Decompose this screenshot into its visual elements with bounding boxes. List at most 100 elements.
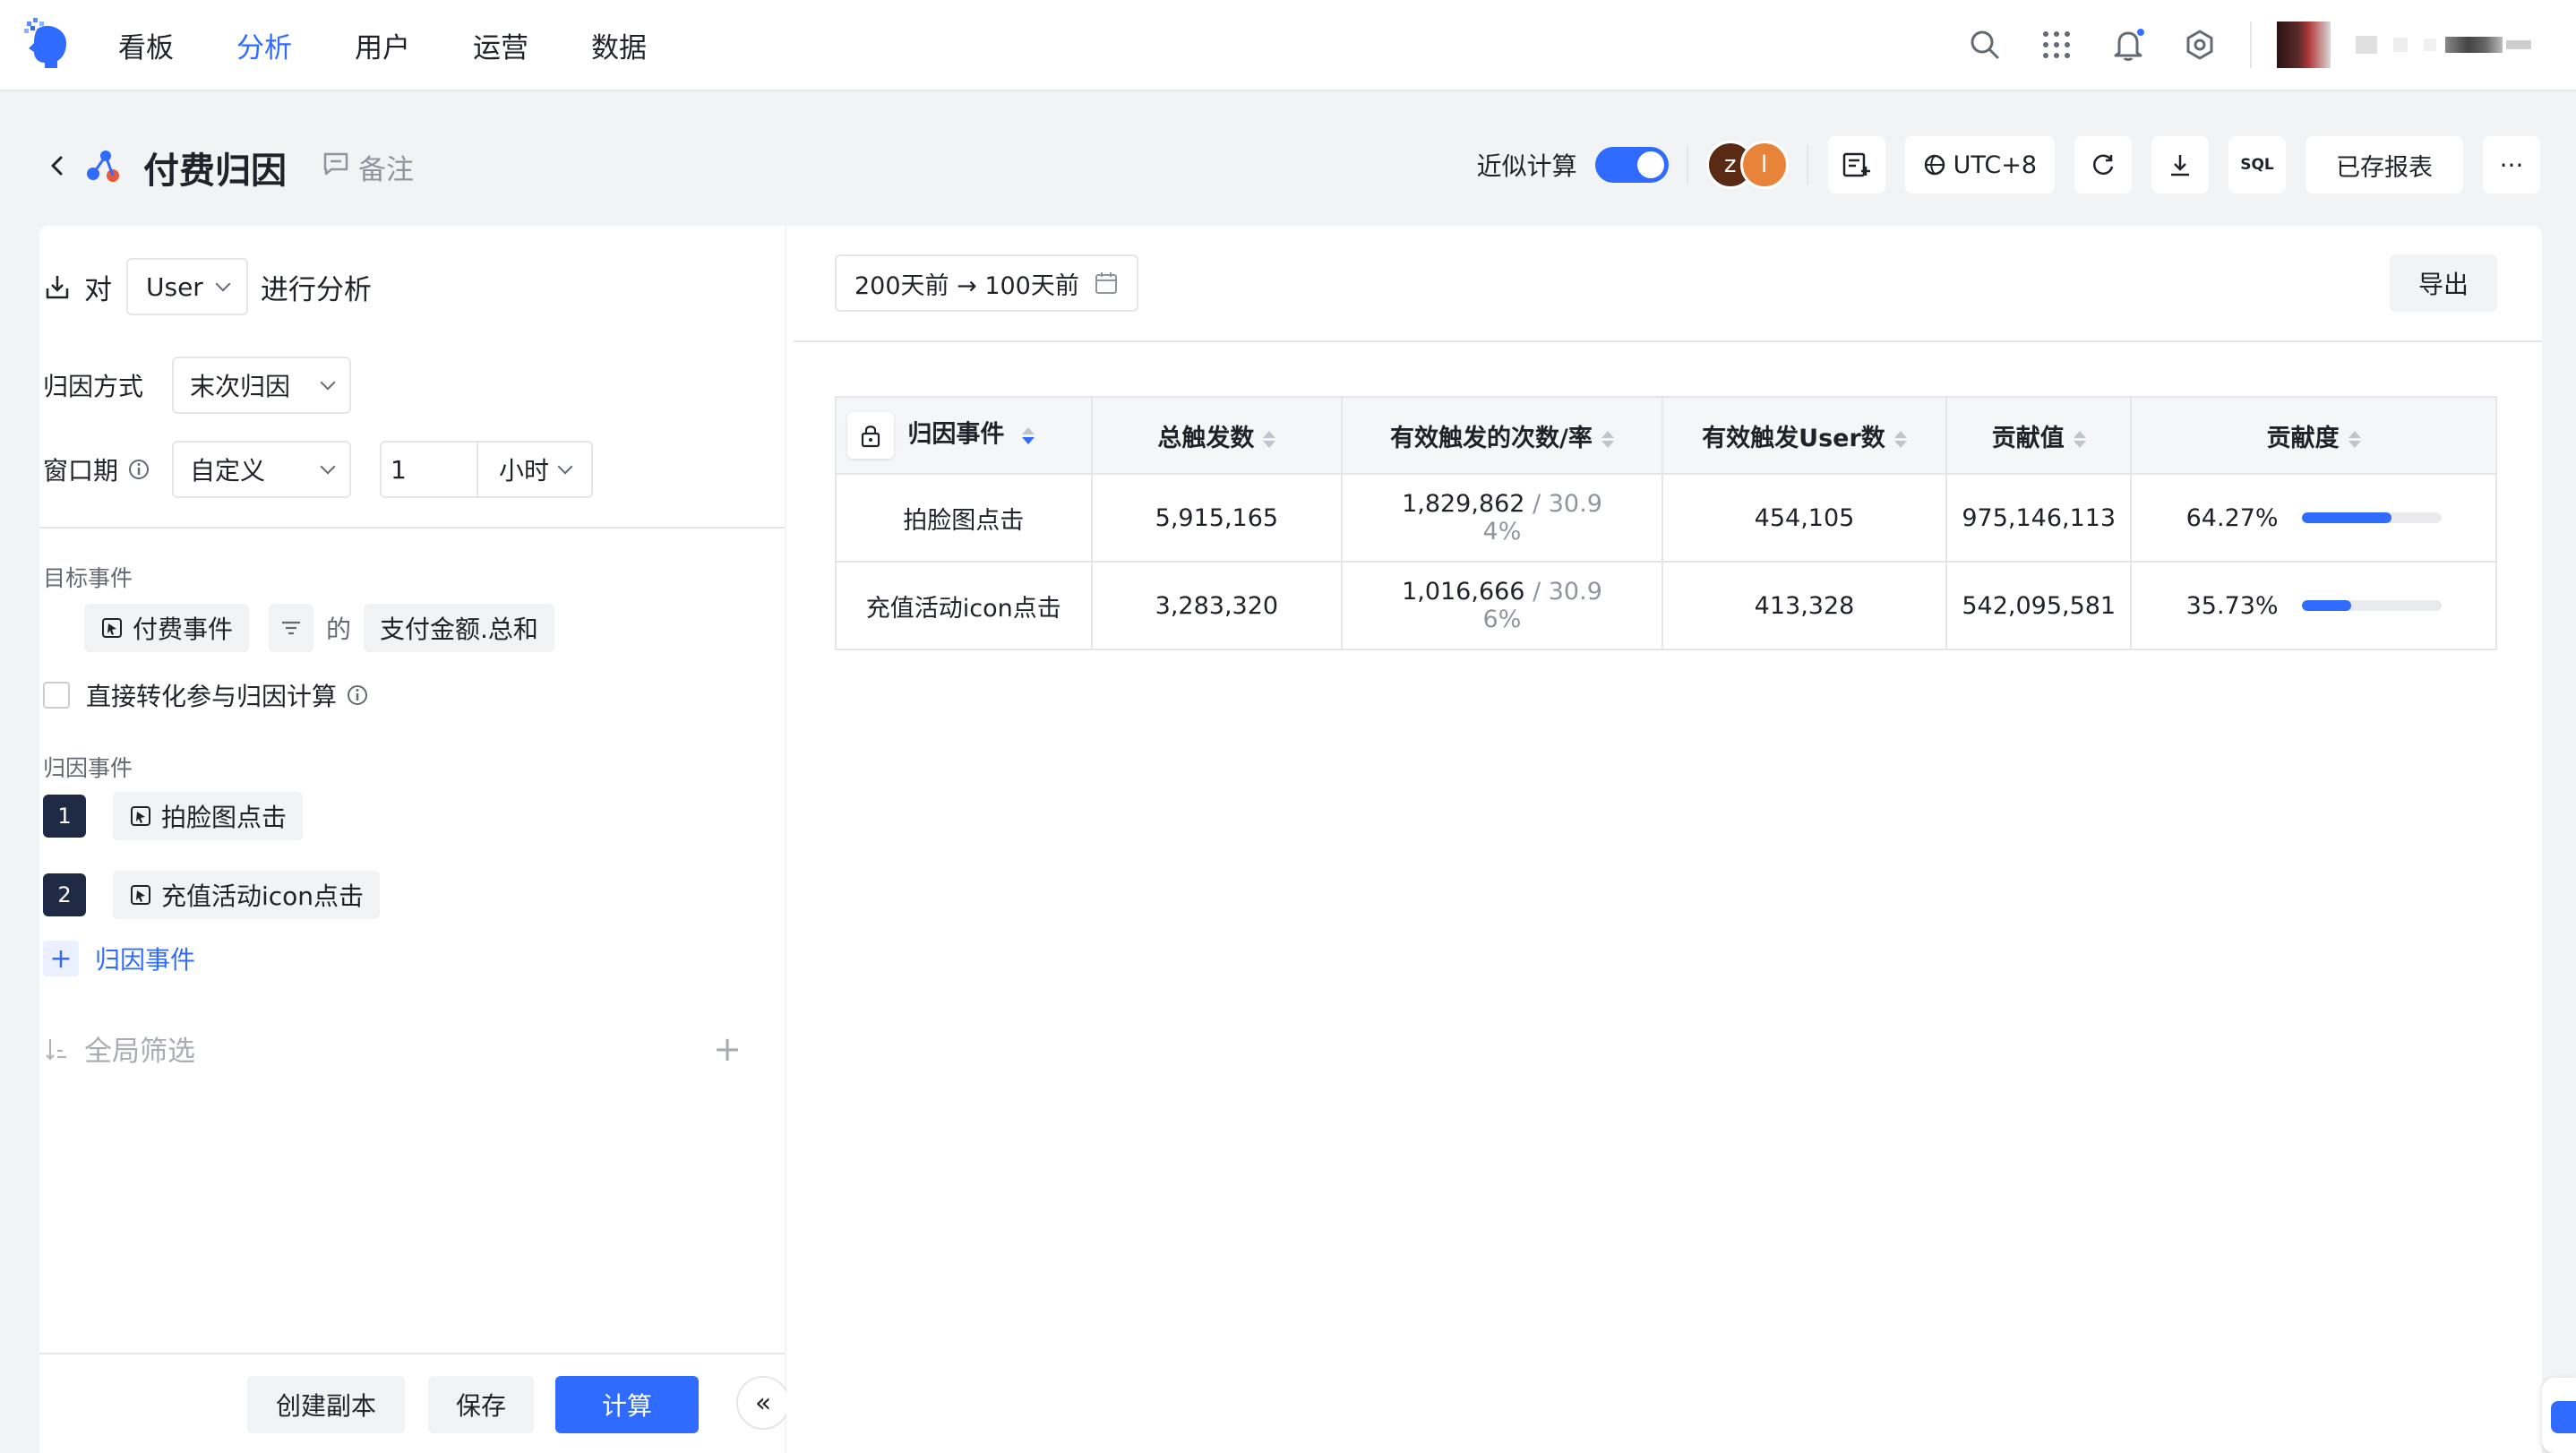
- cell-contribution: 975,146,113: [1945, 473, 2133, 563]
- sort-icon[interactable]: [2073, 430, 2086, 448]
- column-header-label: 归因事件: [907, 420, 1005, 449]
- add-attr-event-label: 归因事件: [95, 945, 196, 975]
- nav-item-users[interactable]: 用户: [355, 25, 410, 65]
- column-header-total[interactable]: 总触发数: [1090, 396, 1344, 475]
- sort-icon[interactable]: [1021, 426, 1035, 444]
- window-unit-select[interactable]: 小时: [478, 443, 591, 496]
- nav-item-operations[interactable]: 运营: [473, 25, 528, 65]
- toolbar-divider: [1686, 145, 1688, 185]
- attr-event-chip[interactable]: 拍脸图点击: [113, 792, 304, 840]
- date-range-value: 200天前 → 100天前: [854, 271, 1079, 300]
- nav-item-data[interactable]: 数据: [591, 25, 647, 65]
- column-header-contribution[interactable]: 贡献值: [1945, 396, 2133, 475]
- info-icon[interactable]: [127, 458, 150, 481]
- direct-conversion-checkbox[interactable]: [43, 682, 70, 709]
- valid-count: 1,016,666: [1402, 578, 1525, 606]
- attribution-event-section-label: 归因事件: [43, 755, 133, 781]
- timezone-button[interactable]: UTC+8: [1904, 136, 2055, 193]
- create-copy-button[interactable]: 创建副本: [247, 1376, 405, 1433]
- attr-event-index: 1: [43, 795, 86, 838]
- attr-event-chip[interactable]: 充值活动icon点击: [113, 871, 381, 919]
- nav-item-analysis[interactable]: 分析: [236, 25, 292, 65]
- lock-icon[interactable]: [847, 412, 894, 459]
- cell-total: 5,915,165: [1090, 473, 1344, 563]
- target-metric-chip[interactable]: 支付金额.总和: [364, 604, 554, 652]
- column-header-share[interactable]: 贡献度: [2130, 396, 2497, 475]
- note-button[interactable]: 备注: [322, 147, 414, 187]
- column-header-valid-users[interactable]: 有效触发User数: [1661, 396, 1948, 475]
- analysis-entity-select[interactable]: User: [126, 258, 248, 315]
- cell-share: 64.27%: [2130, 473, 2497, 563]
- cell-valid-users: 454,105: [1661, 473, 1948, 563]
- globe-icon: [1924, 154, 1945, 176]
- more-menu-button[interactable]: ···: [2483, 136, 2540, 193]
- column-header-valid-count[interactable]: 有效触发的次数/率: [1341, 396, 1663, 475]
- download-button[interactable]: [2151, 136, 2209, 193]
- search-icon[interactable]: [1967, 27, 2003, 63]
- window-type-select[interactable]: 自定义: [172, 441, 351, 498]
- window-period-label-wrap: 窗口期: [43, 451, 172, 487]
- valid-rate-part: 6%: [1482, 606, 1522, 633]
- attribution-method-select[interactable]: 末次归因: [172, 357, 351, 414]
- attr-event-index: 2: [43, 873, 86, 916]
- window-number-input[interactable]: 1: [382, 443, 478, 496]
- column-header-label: 贡献值: [1991, 424, 2065, 452]
- event-filter-button[interactable]: [269, 604, 314, 652]
- target-event-chip[interactable]: 付费事件: [84, 604, 250, 652]
- sql-button[interactable]: SQL: [2228, 136, 2286, 193]
- apps-grid-icon[interactable]: [2039, 27, 2074, 63]
- bell-icon[interactable]: [2110, 27, 2146, 63]
- timezone-label: UTC+8: [1953, 150, 2037, 179]
- floating-assistant-button[interactable]: [2542, 1378, 2576, 1453]
- date-range-picker[interactable]: 200天前 → 100天前: [835, 254, 1138, 312]
- analyze-prefix: 对: [84, 273, 112, 306]
- gear-icon[interactable]: [2182, 27, 2218, 63]
- save-button[interactable]: 保存: [428, 1376, 534, 1433]
- sort-icon[interactable]: [1893, 430, 1907, 448]
- approx-compute-toggle[interactable]: [1594, 147, 1669, 183]
- attr-event-label: 拍脸图点击: [161, 803, 288, 832]
- info-icon[interactable]: [346, 684, 369, 707]
- add-to-dashboard-button[interactable]: [1827, 136, 1885, 193]
- plus-icon: +: [43, 941, 79, 976]
- compute-button[interactable]: 计算: [555, 1376, 699, 1433]
- refresh-button[interactable]: [2074, 136, 2132, 193]
- add-to-dashboard-icon: [1842, 152, 1870, 177]
- app-logo-icon[interactable]: [21, 16, 72, 70]
- saved-reports-button[interactable]: 已存报表: [2306, 136, 2463, 193]
- user-profile-redacted[interactable]: [2277, 21, 2531, 68]
- back-icon[interactable]: [45, 150, 68, 185]
- chevron-down-icon: [320, 459, 336, 475]
- sort-icon[interactable]: [2348, 430, 2361, 448]
- direct-conversion-label: 直接转化参与归因计算: [86, 682, 338, 711]
- cell-event: 拍脸图点击: [835, 473, 1093, 563]
- add-attr-event-button[interactable]: + 归因事件: [43, 941, 195, 976]
- analysis-subject-icon: [43, 272, 72, 301]
- target-of-label: 的: [326, 615, 352, 644]
- table-row: 拍脸图点击 5,915,165 1,829,862 / 30.9 4% 454,…: [835, 473, 2497, 563]
- add-global-filter-icon[interactable]: +: [713, 1029, 742, 1069]
- sort-filter-icon: [43, 1036, 70, 1062]
- attribution-method-label: 归因方式: [43, 372, 144, 401]
- sort-icon[interactable]: [1601, 430, 1614, 448]
- sort-icon[interactable]: [1263, 430, 1276, 448]
- direct-conversion-row: 直接转化参与归因计算: [43, 677, 369, 713]
- column-header-event[interactable]: 归因事件: [835, 396, 1093, 475]
- cell-valid-users: 413,328: [1661, 561, 1948, 650]
- window-unit-value: 小时: [498, 456, 549, 486]
- panel-divider: [39, 527, 785, 529]
- column-header-label: 有效触发的次数/率: [1390, 424, 1593, 452]
- nav-item-dashboard[interactable]: 看板: [118, 25, 174, 65]
- topbar-divider: [2250, 21, 2252, 68]
- attr-event-row: 1 拍脸图点击: [43, 792, 304, 840]
- avatar[interactable]: l: [1739, 141, 1789, 189]
- analysis-entity-value: User: [146, 271, 203, 302]
- note-label: 备注: [358, 154, 414, 186]
- global-filter-label: 全局筛选: [84, 1036, 195, 1068]
- window-value-group: 1 小时: [380, 441, 593, 498]
- calendar-icon: [1094, 271, 1119, 296]
- export-button[interactable]: 导出: [2390, 254, 2497, 312]
- analysis-subject-row: 对 User 进行分析: [43, 258, 372, 315]
- toolbar-divider: [1806, 145, 1808, 185]
- collapse-panel-button[interactable]: «: [736, 1376, 790, 1430]
